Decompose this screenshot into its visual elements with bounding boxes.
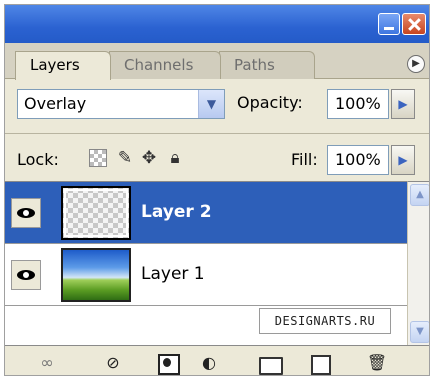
eye-icon (17, 270, 35, 280)
opacity-label: Opacity: (237, 93, 303, 112)
lock-position-move-icon[interactable]: ✥ (139, 148, 159, 168)
scroll-down-icon[interactable]: ▼ (410, 321, 429, 343)
blend-mode-value: Overlay (24, 94, 87, 113)
fill-slider-button[interactable]: ▶ (391, 145, 415, 175)
layer-row[interactable]: Layer 2 (5, 182, 407, 244)
layer-mask-icon[interactable] (155, 352, 180, 375)
lock-pixels-brush-icon[interactable]: ✎ (115, 148, 135, 168)
minimize-icon[interactable] (378, 13, 400, 35)
new-group-icon[interactable] (257, 352, 283, 375)
layers-panel: Paths Channels Layers ▶ Overlay ▼ Opacit… (4, 4, 430, 376)
layer-thumbnail (61, 186, 131, 240)
scrollbar[interactable]: ▲ ▼ (407, 181, 429, 345)
fill-input[interactable]: 100% (327, 145, 389, 175)
visibility-toggle[interactable] (11, 260, 41, 290)
watermark: DESIGNARTS.RU (259, 308, 391, 334)
layer-name[interactable]: Layer 1 (141, 264, 205, 284)
tab-paths[interactable]: Paths (219, 51, 315, 79)
delete-layer-icon[interactable]: 🗑︎ (365, 352, 389, 374)
title-bar (5, 5, 429, 43)
lock-all-icon[interactable]: 🔒︎ (165, 148, 185, 168)
layer-thumbnail (61, 248, 131, 302)
close-icon[interactable] (402, 13, 426, 35)
layer-style-icon[interactable]: ⊘ (101, 352, 125, 374)
chevron-down-icon[interactable]: ▼ (198, 90, 224, 118)
panel-menu-icon[interactable]: ▶ (407, 55, 425, 73)
blend-mode-select[interactable]: Overlay ▼ (17, 89, 225, 119)
bottom-toolbar: ∞ ⊘ ◐ 🗑︎ (5, 345, 429, 375)
tab-row: Paths Channels Layers ▶ (5, 43, 429, 80)
tab-layers[interactable]: Layers (15, 51, 111, 80)
adjustment-layer-icon[interactable]: ◐ (197, 352, 221, 374)
link-layers-icon[interactable]: ∞ (35, 352, 59, 374)
layer-row[interactable]: Layer 1 (5, 244, 407, 306)
tab-channels[interactable]: Channels (109, 51, 221, 79)
opacity-input[interactable]: 100% (327, 89, 389, 119)
new-layer-icon[interactable] (307, 352, 331, 375)
lock-transparency-icon[interactable] (89, 149, 107, 167)
scroll-up-icon[interactable]: ▲ (410, 184, 429, 206)
divider (5, 133, 429, 134)
eye-icon (17, 208, 35, 218)
layers-list: Layer 2 Layer 1 DESIGNARTS.RU (5, 181, 407, 345)
opacity-slider-button[interactable]: ▶ (391, 89, 415, 119)
layer-name[interactable]: Layer 2 (141, 202, 212, 222)
lock-label: Lock: (17, 150, 59, 169)
visibility-toggle[interactable] (11, 198, 41, 228)
fill-label: Fill: (291, 150, 318, 169)
